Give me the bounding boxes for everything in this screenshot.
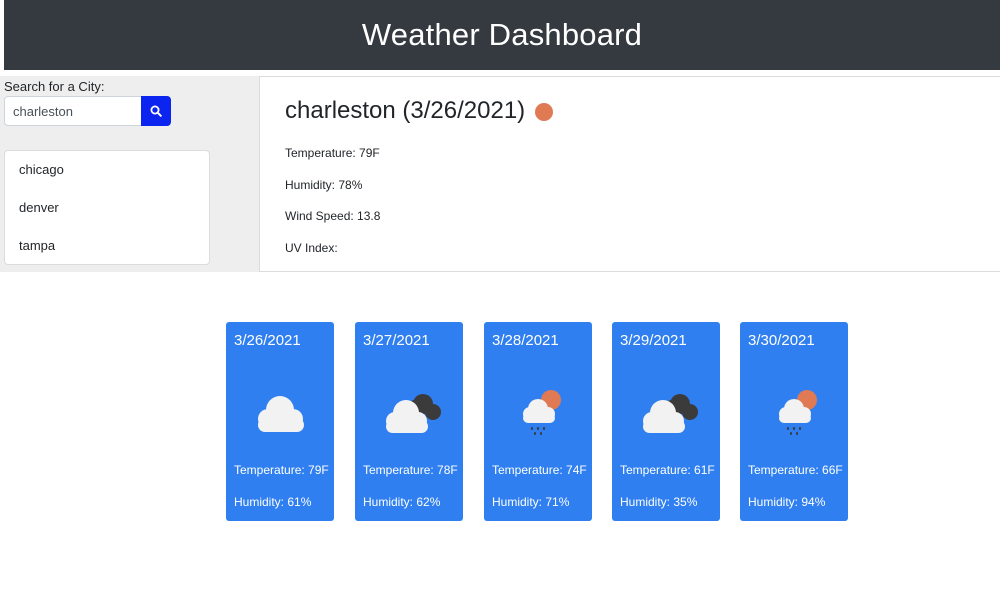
city-search-input[interactable] (4, 96, 142, 126)
search-label: Search for a City: (4, 79, 105, 94)
forecast-card: 3/27/2021 Temperature: 78F Humidity: 62% (355, 322, 463, 521)
forecast-temperature: Temperature: 79F (234, 463, 329, 477)
forecast-date: 3/29/2021 (620, 332, 687, 349)
forecast-date: 3/26/2021 (234, 332, 301, 349)
forecast-date: 3/28/2021 (492, 332, 559, 349)
history-item-tampa[interactable]: tampa (5, 227, 209, 265)
search-history-list: chicago denver tampa (4, 150, 210, 265)
page-header: Weather Dashboard (4, 0, 1000, 70)
forecast-temperature: Temperature: 61F (620, 463, 715, 477)
forecast-card: 3/28/2021 Temperature: 74F Humidity: 71% (484, 322, 592, 521)
rain-sun-icon (779, 390, 817, 435)
forecast-date: 3/30/2021 (748, 332, 815, 349)
current-uv-index: UV Index: (285, 241, 338, 255)
search-icon (150, 105, 162, 117)
dark-clouds-icon (386, 394, 441, 433)
page-title: Weather Dashboard (361, 17, 643, 52)
forecast-card: 3/29/2021 Temperature: 61F Humidity: 35% (612, 322, 720, 521)
five-day-forecast: 3/26/2021 Temperature: 79F Humidity: 61%… (0, 322, 1000, 522)
history-item-denver[interactable]: denver (5, 189, 209, 227)
forecast-humidity: Humidity: 61% (234, 495, 312, 509)
current-humidity: Humidity: 78% (285, 178, 363, 192)
forecast-date: 3/27/2021 (363, 332, 430, 349)
forecast-humidity: Humidity: 71% (492, 495, 570, 509)
forecast-card: 3/26/2021 Temperature: 79F Humidity: 61% (226, 322, 334, 521)
history-item-chicago[interactable]: chicago (5, 151, 209, 189)
cloud-icon (258, 396, 304, 432)
forecast-humidity: Humidity: 35% (620, 495, 698, 509)
forecast-card: 3/30/2021 Temperature: 66F Humidity: 94% (740, 322, 848, 521)
forecast-temperature: Temperature: 78F (363, 463, 458, 477)
current-wind-speed: Wind Speed: 13.8 (285, 209, 381, 223)
sidebar: Search for a City: chicago denver tampa (0, 76, 259, 272)
search-button[interactable] (141, 96, 171, 126)
sun-icon (535, 103, 554, 121)
forecast-temperature: Temperature: 74F (492, 463, 587, 477)
current-city-title: charleston (3/26/2021) (285, 97, 526, 124)
forecast-humidity: Humidity: 94% (748, 495, 826, 509)
dark-clouds-icon (643, 394, 698, 433)
forecast-temperature: Temperature: 66F (748, 463, 843, 477)
forecast-humidity: Humidity: 62% (363, 495, 441, 509)
current-temperature: Temperature: 79F (285, 146, 380, 160)
current-weather-panel: charleston (3/26/2021) Temperature: 79F … (259, 76, 1000, 272)
rain-sun-icon (523, 390, 561, 435)
current-city-row: charleston (3/26/2021) (285, 97, 554, 125)
